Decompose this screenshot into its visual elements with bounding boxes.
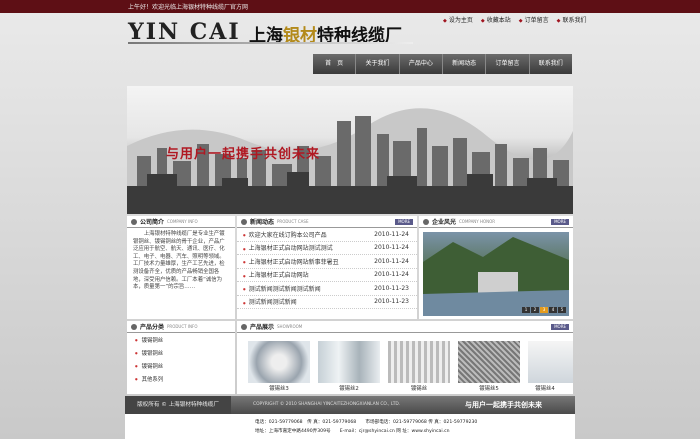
bookmark-link[interactable]: 收藏本站: [481, 15, 511, 24]
company-intro-title: 公司简介: [140, 219, 165, 226]
section-bullet-icon: [131, 218, 137, 225]
scenery-title: 企业风光: [432, 219, 457, 226]
top-bar: [0, 0, 700, 13]
scenery-page-3[interactable]: 3: [540, 307, 548, 313]
dam-landscape-image: [423, 237, 569, 316]
products-header: 产品展示 SHOWROOM MORE: [237, 321, 573, 333]
news-item[interactable]: 上海银材正式启动网站测试测试2010-11-24: [237, 242, 417, 255]
category-title: 产品分类: [140, 324, 165, 331]
order-message-link[interactable]: 订单留言: [519, 15, 549, 24]
category-panel: 产品分类 PRODUCT INFO 镀锡铜丝 镀银铜丝 镀锡铜丝 其他系列: [127, 321, 235, 394]
product-image-3[interactable]: [388, 341, 450, 383]
contact-link[interactable]: 联系我们: [557, 15, 586, 24]
logo-underline: [128, 42, 413, 44]
footer-bar: 版权所有 © 上海银材特种线缆厂 COPYRIGHT © 2010 SHANGH…: [125, 396, 575, 414]
product-image-5[interactable]: [528, 341, 573, 383]
category-item[interactable]: 镀银铜丝: [127, 346, 235, 359]
products-more-button[interactable]: MORE: [551, 324, 569, 330]
nav-home[interactable]: 首 页: [313, 54, 357, 74]
product-label[interactable]: 镀锡丝: [388, 384, 450, 392]
news-more-button[interactable]: MORE: [395, 219, 413, 225]
welcome-text: 上午好！欢迎光临上海银材特种线缆厂官方网: [128, 4, 249, 11]
scenery-image[interactable]: 12345: [423, 232, 569, 316]
news-item[interactable]: 上海银材正式启动网站2010-11-24: [237, 269, 417, 282]
product-image-2[interactable]: [318, 341, 380, 383]
product-label[interactable]: 镀锡丝5: [458, 384, 520, 392]
news-item[interactable]: 测试新闻测试新闻测试新闻2010-11-23: [237, 282, 417, 296]
news-title: 新闻动态: [250, 219, 275, 226]
scenery-pager: 12345: [521, 306, 566, 313]
news-en: PRODUCT CASE: [277, 219, 309, 224]
category-item[interactable]: 镀锡铜丝: [127, 359, 235, 372]
main-nav: 首 页 关于我们 产品中心 新闻动态 订单留言 联系我们: [313, 54, 572, 74]
product-label[interactable]: 镀锡丝4: [520, 384, 570, 392]
nav-products[interactable]: 产品中心: [400, 54, 443, 74]
company-intro-en: COMPANY INFO: [167, 219, 198, 224]
scenery-page-4[interactable]: 4: [549, 307, 557, 313]
footer-address-line: 地址：上海市嘉定中路4490弄309号 E-mail：cjr@shyincai.…: [255, 429, 450, 434]
category-header: 产品分类 PRODUCT INFO: [127, 321, 235, 333]
products-en: SHOWROOM: [277, 324, 303, 329]
company-intro-header: 公司简介 COMPANY INFO: [127, 216, 235, 228]
footer-contact: 电话：021-59779068 传 真：021-59779068 市场部电话：0…: [125, 414, 575, 439]
nav-contact[interactable]: 联系我们: [530, 54, 572, 74]
section-bullet-icon: [241, 323, 247, 330]
nav-news[interactable]: 新闻动态: [443, 54, 487, 74]
product-label[interactable]: 镀锡丝3: [248, 384, 310, 392]
section-bullet-icon: [423, 218, 429, 225]
footer-slogan: 与用户一起携手共创未来: [465, 401, 542, 409]
news-item[interactable]: 上海银材正式启动网站新事菲暑丑2010-11-24: [237, 255, 417, 269]
products-title: 产品展示: [250, 324, 275, 331]
scenery-more-button[interactable]: MORE: [551, 219, 569, 225]
product-label[interactable]: 镀锡丝2: [318, 384, 380, 392]
product-image-4[interactable]: [458, 341, 520, 383]
nav-about[interactable]: 关于我们: [356, 54, 400, 74]
section-bullet-icon: [241, 218, 247, 225]
scenery-en: COMPANY HONOR: [459, 219, 496, 224]
banner-slogan: 与用户一起携手共创未来: [166, 147, 321, 162]
scenery-page-5[interactable]: 5: [558, 307, 566, 313]
news-item[interactable]: 测试新闻测试新闻2010-11-23: [237, 296, 417, 309]
scenery-page-1[interactable]: 1: [522, 307, 530, 313]
news-panel: 新闻动态 PRODUCT CASE MORE 欢迎大家在线订购本公司产品2010…: [237, 216, 417, 319]
company-intro-panel: 公司简介 COMPANY INFO 上海银材特种线缆厂是专业生产镀银铜丝、镀锡铜…: [127, 216, 235, 319]
set-homepage-link[interactable]: 设为主页: [443, 15, 473, 24]
category-en: PRODUCT INFO: [167, 324, 198, 329]
footer-copyright-cn: 版权所有 © 上海银材特种线缆厂: [125, 396, 231, 414]
top-links: 设为主页 收藏本站 订单留言 联系我们: [443, 15, 587, 24]
news-item[interactable]: 欢迎大家在线订购本公司产品2010-11-24: [237, 228, 417, 242]
scenery-page-2[interactable]: 2: [531, 307, 539, 313]
category-item[interactable]: 其他系列: [127, 372, 235, 385]
scenery-header: 企业风光 COMPANY HONOR MORE: [419, 216, 573, 228]
footer-copyright-en: COPYRIGHT © 2010 SHANGHAI YINCAITEZHONGX…: [253, 402, 401, 407]
category-item[interactable]: 镀锡铜丝: [127, 333, 235, 346]
nav-order[interactable]: 订单留言: [486, 54, 530, 74]
company-intro-text: 上海银材特种线缆厂是专业生产镀银铜丝、镀锡铜丝的骨干企业，产品广泛应用于航空、航…: [133, 231, 233, 291]
product-image-1[interactable]: [248, 341, 310, 383]
news-header: 新闻动态 PRODUCT CASE MORE: [237, 216, 417, 228]
scenery-panel: 企业风光 COMPANY HONOR MORE 12345: [419, 216, 573, 319]
section-bullet-icon: [131, 323, 137, 330]
footer-phone-line: 电话：021-59779068 传 真：021-59779068 市场部电话：0…: [255, 420, 478, 425]
